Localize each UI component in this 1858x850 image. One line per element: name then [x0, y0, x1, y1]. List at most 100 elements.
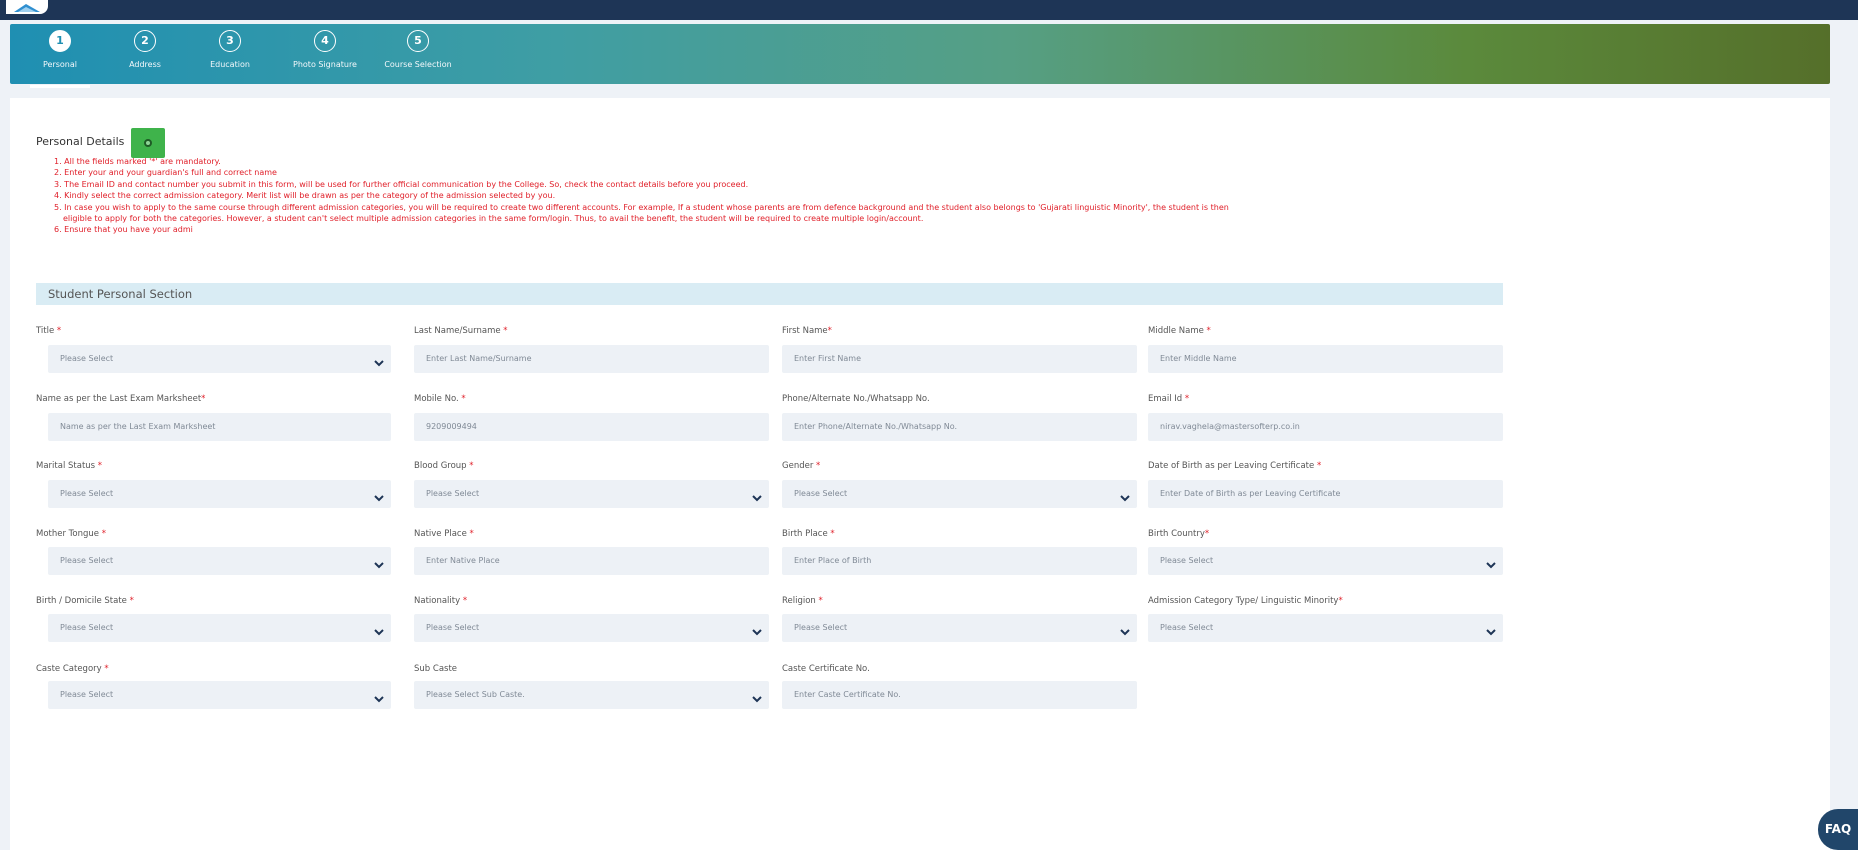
step-education[interactable]: 3 Education	[200, 30, 260, 82]
select-field[interactable]: Please Select	[1148, 614, 1503, 642]
select-field[interactable]: Please Select	[782, 480, 1137, 508]
chevron-down-icon	[373, 353, 385, 367]
select-field[interactable]: Please Select	[48, 614, 391, 642]
field-label: Birth / Domicile State *	[36, 596, 134, 606]
field-label-text: Caste Category	[36, 664, 102, 674]
text-input[interactable]: Enter Place of Birth	[782, 547, 1137, 575]
field-label: Mother Tongue *	[36, 529, 106, 539]
text-input[interactable]: 9209009494	[414, 413, 769, 441]
select-field[interactable]: Please Select	[414, 614, 769, 642]
field-label-text: Blood Group	[414, 461, 467, 471]
required-marker: *	[101, 664, 109, 674]
required-marker: *	[460, 596, 468, 606]
wizard-stepper: 1 Personal 2 Address 3 Education 4 Photo…	[10, 24, 1830, 88]
text-input[interactable]: Enter Middle Name	[1148, 345, 1503, 373]
required-marker: *	[54, 326, 62, 336]
field-label: Birth Place *	[782, 529, 835, 539]
select-field[interactable]: Please Select	[48, 480, 391, 508]
select-field[interactable]: Please Select	[48, 547, 391, 575]
select-field[interactable]: Please Select	[414, 480, 769, 508]
field-value: Please Select	[1160, 556, 1214, 565]
section-header: Student Personal Section	[36, 283, 1503, 305]
field-label-text: Mobile No.	[414, 394, 459, 404]
field-label-text: Nationality	[414, 596, 461, 606]
step-label: Address	[129, 60, 161, 69]
gear-icon	[144, 139, 152, 147]
select-field[interactable]: Please Select	[48, 345, 391, 373]
step-personal[interactable]: 1 Personal	[30, 30, 90, 88]
chevron-down-icon	[751, 622, 763, 636]
field-value: Please Select	[60, 489, 114, 498]
text-input[interactable]: Enter Caste Certificate No.	[782, 681, 1137, 709]
text-input[interactable]: Name as per the Last Exam Marksheet	[48, 413, 391, 441]
select-field[interactable]: Please Select	[782, 614, 1137, 642]
chevron-down-icon	[1485, 622, 1497, 636]
select-field[interactable]: Please Select	[1148, 547, 1503, 575]
step-address[interactable]: 2 Address	[120, 30, 170, 82]
field-value: Enter Middle Name	[1160, 354, 1237, 363]
instruction-item: 2. Enter your and your guardian's full a…	[54, 168, 277, 178]
required-marker: *	[500, 326, 508, 336]
required-marker: *	[827, 529, 835, 539]
required-marker: *	[813, 461, 821, 471]
required-marker: *	[815, 596, 823, 606]
personal-details-settings-button[interactable]	[131, 128, 165, 158]
active-step-indicator	[30, 85, 90, 88]
field-label: Date of Birth as per Leaving Certificate…	[1148, 461, 1321, 471]
required-marker: *	[458, 394, 466, 404]
field-label-text: Birth Country	[1148, 529, 1205, 539]
instruction-item: 4. Kindly select the correct admission c…	[54, 191, 556, 201]
step-label: Education	[210, 60, 250, 69]
required-marker: *	[1182, 394, 1190, 404]
step-label: Photo Signature	[293, 60, 357, 69]
field-label: Blood Group *	[414, 461, 474, 471]
text-input[interactable]: Enter First Name	[782, 345, 1137, 373]
text-input[interactable]: Enter Date of Birth as per Leaving Certi…	[1148, 480, 1503, 508]
instruction-item: eligible to apply for both the categorie…	[63, 214, 924, 224]
field-value: Please Select	[794, 489, 848, 498]
required-marker: *	[1314, 461, 1322, 471]
step-number: 1	[49, 30, 71, 52]
field-value: Please Select	[426, 623, 480, 632]
field-label-text: Gender	[782, 461, 814, 471]
faq-button[interactable]: FAQ	[1818, 809, 1858, 850]
step-number: 5	[407, 30, 429, 52]
required-marker: *	[201, 394, 206, 404]
text-input[interactable]: Enter Phone/Alternate No./Whatsapp No.	[782, 413, 1137, 441]
field-label: Name as per the Last Exam Marksheet*	[36, 394, 205, 404]
field-label-text: Sub Caste	[414, 664, 458, 674]
select-field[interactable]: Please Select	[48, 681, 391, 709]
field-label-text: Email Id	[1148, 394, 1183, 404]
field-label: First Name*	[782, 326, 832, 336]
field-label-text: Date of Birth as per Leaving Certificate	[1148, 461, 1315, 471]
step-photo-signature[interactable]: 4 Photo Signature	[290, 30, 360, 82]
field-label: Admission Category Type/ Linguistic Mino…	[1148, 596, 1343, 606]
field-label: Phone/Alternate No./Whatsapp No.	[782, 394, 930, 404]
field-label: Gender *	[782, 461, 820, 471]
text-input[interactable]: Enter Last Name/Surname	[414, 345, 769, 373]
instruction-item: 3. The Email ID and contact number you s…	[54, 179, 749, 189]
required-marker: *	[466, 461, 474, 471]
field-label-text: Marital Status	[36, 461, 96, 471]
text-input[interactable]: Enter Native Place	[414, 547, 769, 575]
step-course-selection[interactable]: 5 Course Selection	[382, 30, 454, 82]
field-value: Enter Native Place	[426, 556, 500, 565]
field-value: Enter Last Name/Surname	[426, 354, 532, 363]
required-marker: *	[827, 326, 832, 336]
chevron-down-icon	[373, 689, 385, 703]
field-label: Email Id *	[1148, 394, 1189, 404]
field-label-text: Admission Category Type/ Linguistic Mino…	[1148, 596, 1339, 606]
required-marker: *	[126, 596, 134, 606]
step-label: Personal	[42, 60, 77, 69]
select-field[interactable]: Please Select Sub Caste.	[414, 681, 769, 709]
chevron-down-icon	[373, 622, 385, 636]
chevron-down-icon	[373, 555, 385, 569]
required-marker: *	[1203, 326, 1211, 336]
field-label: Sub Caste	[414, 664, 457, 674]
text-input[interactable]: nirav.vaghela@mastersofterp.co.in	[1148, 413, 1503, 441]
step-number: 3	[219, 30, 241, 52]
step-number: 4	[314, 30, 336, 52]
step-number: 2	[134, 30, 156, 52]
instruction-item: 5. In case you wish to apply to the same…	[54, 202, 1229, 212]
field-value: Please Select	[794, 623, 848, 632]
